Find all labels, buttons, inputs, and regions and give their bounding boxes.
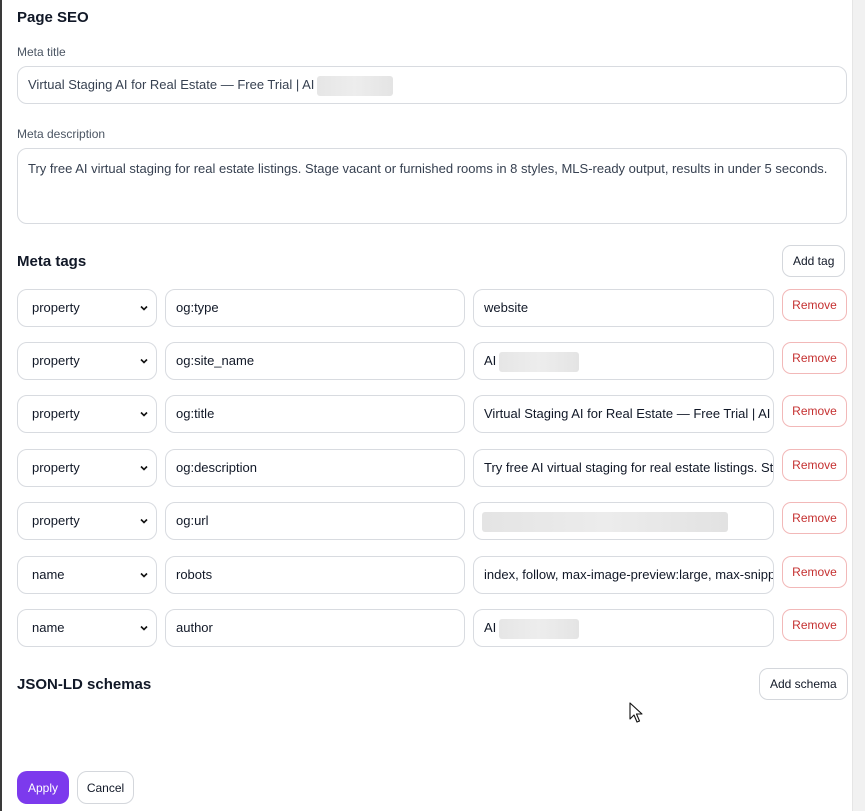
remove-tag-button[interactable]: Remove — [782, 342, 847, 374]
chevron-down-icon — [140, 572, 148, 578]
attribute-select[interactable]: name — [17, 556, 157, 594]
meta-tag-row: property og:url Remove — [17, 502, 847, 540]
meta-tag-row: property og:description Try free AI virt… — [17, 449, 847, 487]
tag-value-input[interactable]: website — [473, 289, 774, 327]
tag-value-input[interactable]: AI — [473, 609, 774, 647]
page-title: Page SEO — [17, 9, 89, 26]
json-ld-heading: JSON-LD schemas — [17, 676, 152, 693]
chevron-down-icon — [140, 518, 148, 524]
add-tag-button[interactable]: Add tag — [782, 245, 846, 277]
meta-tag-row: property og:type website Remove — [17, 289, 847, 327]
tag-key-input[interactable]: og:title — [165, 395, 465, 433]
cancel-button[interactable]: Cancel — [77, 771, 134, 804]
tag-key-input[interactable]: og:description — [165, 449, 465, 487]
remove-tag-button[interactable]: Remove — [782, 449, 847, 481]
meta-tag-row: property og:title Virtual Staging AI for… — [17, 395, 847, 433]
redacted-brand — [317, 75, 394, 96]
tag-value-input[interactable]: Virtual Staging AI for Real Estate — Fre… — [473, 395, 774, 433]
attribute-select[interactable]: property — [17, 289, 157, 327]
chevron-down-icon — [140, 411, 148, 417]
page-seo-panel: Page SEO Meta title Virtual Staging AI f… — [2, 0, 852, 811]
chevron-down-icon — [140, 625, 148, 631]
meta-title-label: Meta title — [17, 45, 66, 59]
tag-key-input[interactable]: og:url — [165, 502, 465, 540]
remove-tag-button[interactable]: Remove — [782, 502, 847, 534]
meta-title-text: Virtual Staging AI for Real Estate — Fre… — [28, 77, 315, 92]
meta-description-textarea[interactable]: Try free AI virtual staging for real est… — [17, 148, 847, 224]
meta-description-label: Meta description — [17, 127, 106, 141]
vertical-scrollbar[interactable] — [852, 0, 865, 811]
remove-tag-button[interactable]: Remove — [782, 395, 847, 427]
tag-value-input[interactable] — [473, 502, 774, 540]
attribute-select[interactable]: property — [17, 449, 157, 487]
attribute-select[interactable]: property — [17, 395, 157, 433]
tag-key-input[interactable]: og:type — [165, 289, 465, 327]
meta-title-input[interactable]: Virtual Staging AI for Real Estate — Fre… — [17, 66, 847, 104]
attribute-select[interactable]: property — [17, 342, 157, 380]
redacted-url — [482, 512, 728, 532]
tag-key-input[interactable]: robots — [165, 556, 465, 594]
meta-tag-row: name author AI Remove — [17, 609, 847, 647]
mouse-cursor-icon — [629, 702, 643, 723]
apply-button[interactable]: Apply — [17, 771, 69, 804]
attribute-select[interactable]: name — [17, 609, 157, 647]
meta-tags-heading: Meta tags — [17, 253, 87, 270]
attribute-select[interactable]: property — [17, 502, 157, 540]
remove-tag-button[interactable]: Remove — [782, 556, 847, 588]
tag-value-input[interactable]: index, follow, max-image-preview:large, … — [473, 556, 774, 594]
remove-tag-button[interactable]: Remove — [782, 289, 847, 321]
add-schema-button[interactable]: Add schema — [759, 668, 848, 700]
meta-tag-row: property og:site_name AI Remove — [17, 342, 847, 380]
chevron-down-icon — [140, 465, 148, 471]
meta-tag-row: name robots index, follow, max-image-pre… — [17, 556, 847, 594]
chevron-down-icon — [140, 358, 148, 364]
tag-value-input[interactable]: AI — [473, 342, 774, 380]
tag-value-input[interactable]: Try free AI virtual staging for real est… — [473, 449, 774, 487]
redacted-brand — [499, 618, 580, 639]
tag-key-input[interactable]: og:site_name — [165, 342, 465, 380]
remove-tag-button[interactable]: Remove — [782, 609, 847, 641]
chevron-down-icon — [140, 305, 148, 311]
redacted-brand — [499, 351, 580, 372]
tag-key-input[interactable]: author — [165, 609, 465, 647]
